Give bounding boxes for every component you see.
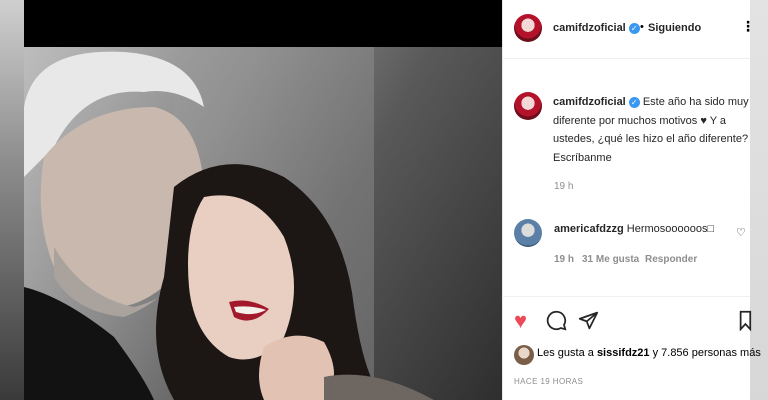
like-heart-icon[interactable]: ♥ [514,310,527,332]
caption-username-text[interactable]: camifdzoficial [553,96,626,108]
share-icon[interactable] [578,310,599,335]
post-sidebar [502,0,750,400]
caption-time[interactable]: 19 h [554,181,573,192]
caption-block: camifdzoficial ✓ Este año ha sido muy dif… [553,93,749,167]
actions-divider [502,296,750,297]
caption-avatar[interactable] [514,92,542,120]
likes-prefix: Les gusta a [537,347,597,359]
background-left [0,0,24,400]
photo-illustration [24,47,434,400]
background-right [750,0,768,400]
liker-avatar[interactable] [514,345,534,365]
verified-icon: ✓ [628,22,640,34]
following-button[interactable]: Siguiendo [648,22,701,34]
comment-username[interactable]: americafdzzg [554,223,624,235]
photo-top-bar [24,0,502,47]
separator-dot: • [640,21,644,33]
comment-icon[interactable] [546,310,567,335]
bookmark-icon[interactable] [738,310,752,335]
photo-image [24,47,502,400]
caption-username[interactable]: camifdzoficial ✓ [553,96,640,108]
comment-text: Hermosoooooos□ [626,223,715,235]
more-options-icon[interactable]: ⋮ [741,18,755,35]
post-timestamp[interactable]: HACE 19 HORAS [514,377,583,386]
likes-user[interactable]: sissifdz21 [597,347,650,359]
comment-like-icon[interactable]: ♡ [736,226,746,239]
likes-suffix[interactable]: y 7.856 personas más [650,347,761,359]
comment-reply-button[interactable]: Responder [645,254,697,265]
comment-likes-count[interactable]: 31 Me gusta [582,254,639,265]
comment-block: americafdzzg Hermosoooooos□ [554,223,714,235]
commenter-avatar[interactable] [514,219,542,247]
caption-verified-icon: ✓ [628,96,640,108]
likes-summary[interactable]: Les gusta a sissifdz21 y 7.856 personas … [537,347,761,359]
header-avatar[interactable] [514,14,542,42]
header-divider [502,58,750,59]
header-username-text[interactable]: camifdzoficial [553,22,626,34]
post-photo[interactable] [24,0,502,400]
comment-time[interactable]: 19 h [554,254,574,265]
header-username[interactable]: camifdzoficial ✓ [553,22,640,34]
